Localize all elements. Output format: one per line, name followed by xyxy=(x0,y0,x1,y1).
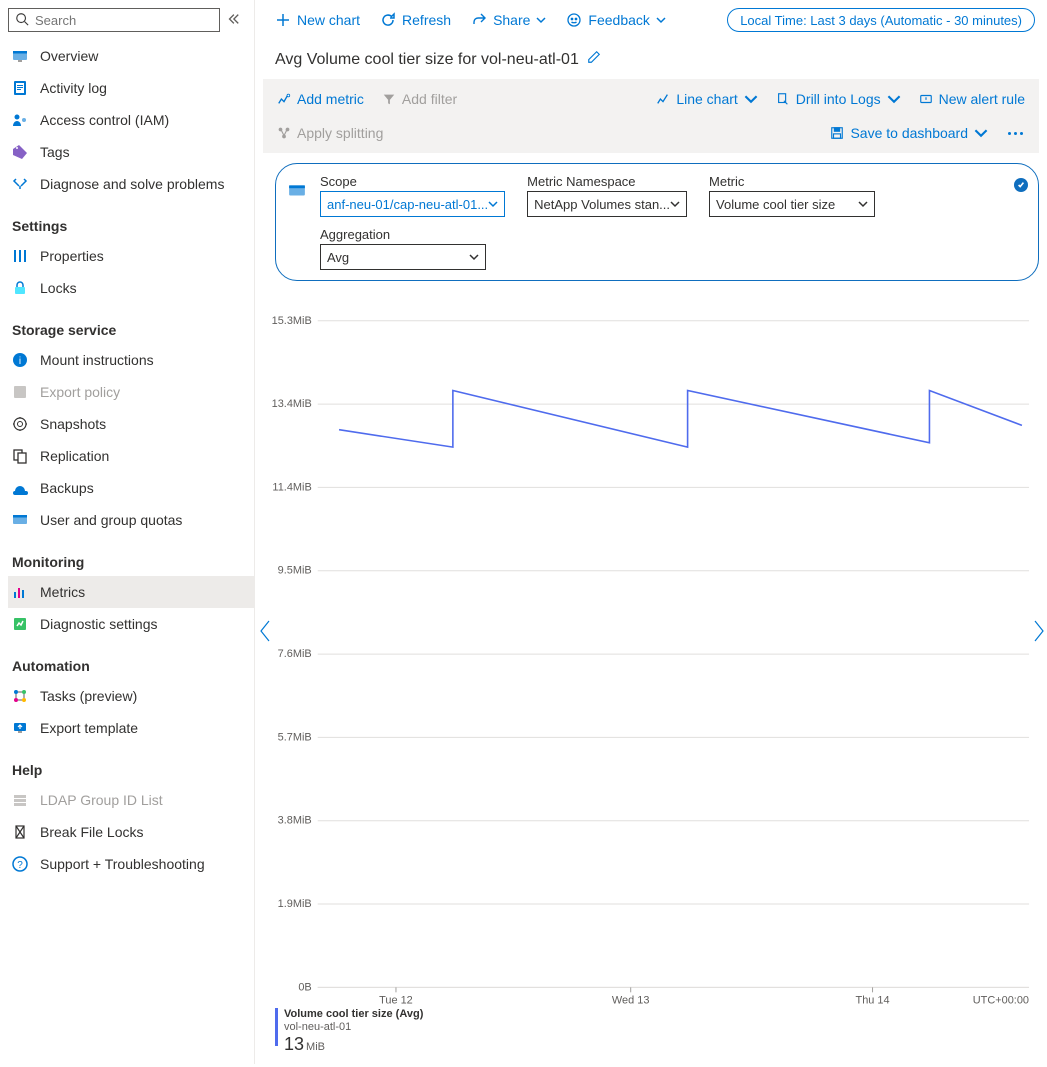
resource-icon xyxy=(288,182,306,203)
svg-text:11.4MiB: 11.4MiB xyxy=(272,481,311,493)
svg-text:3.8MiB: 3.8MiB xyxy=(278,815,312,827)
diagnose-icon xyxy=(12,176,28,192)
activity-log-icon xyxy=(12,80,28,96)
svg-text:UTC+00:00: UTC+00:00 xyxy=(973,994,1029,1006)
overview-icon xyxy=(12,48,28,64)
aggregation-select[interactable]: Avg xyxy=(320,244,486,270)
svg-text:Wed 13: Wed 13 xyxy=(612,994,649,1006)
chart[interactable]: 0B 1.9MiB 3.8MiB 5.7MiB 7.6MiB 9.5MiB 11.4MiB 1… xyxy=(263,281,1039,1064)
share-button[interactable]: Share xyxy=(463,4,554,36)
chart-title-row: Avg Volume cool tier size for vol-neu-at… xyxy=(255,40,1047,79)
chevron-down-icon xyxy=(536,12,546,28)
locks-icon xyxy=(12,280,28,296)
break-locks-icon xyxy=(12,824,28,840)
svg-text:1.9MiB: 1.9MiB xyxy=(278,898,312,910)
export-policy-icon xyxy=(12,384,28,400)
svg-text:?: ? xyxy=(17,860,23,871)
chart-toolbar: Add metric Add filter Line chart Drill i… xyxy=(263,79,1039,153)
time-range-button[interactable]: Local Time: Last 3 days (Automatic - 30 … xyxy=(727,8,1035,32)
chevron-down-icon xyxy=(656,12,666,28)
metric-config: Scopeanf-neu-01/cap-neu-atl-01... Metric… xyxy=(275,163,1039,281)
sidebar: Overview Activity log Access control (IA… xyxy=(0,0,255,1064)
svg-text:Thu 14: Thu 14 xyxy=(856,994,890,1006)
sidebar-item-tags[interactable]: Tags xyxy=(8,136,254,168)
sidebar-item-break-locks[interactable]: Break File Locks xyxy=(8,816,254,848)
metrics-icon xyxy=(12,584,28,600)
refresh-button[interactable]: Refresh xyxy=(372,4,459,36)
scope-select[interactable]: anf-neu-01/cap-neu-atl-01... xyxy=(320,191,505,217)
access-control-icon xyxy=(12,112,28,128)
collapse-icon[interactable] xyxy=(226,12,240,29)
sidebar-item-export-policy: Export policy xyxy=(8,376,254,408)
chart-type-button[interactable]: Line chart xyxy=(652,85,761,113)
svg-text:15.3MiB: 15.3MiB xyxy=(272,315,312,327)
sidebar-item-ldap: LDAP Group ID List xyxy=(8,784,254,816)
tags-icon xyxy=(12,144,28,160)
sidebar-heading-help: Help xyxy=(8,744,254,784)
svg-text:5.7MiB: 5.7MiB xyxy=(278,731,312,743)
svg-text:7.6MiB: 7.6MiB xyxy=(278,648,312,660)
sidebar-heading-monitoring: Monitoring xyxy=(8,536,254,576)
ldap-icon xyxy=(12,792,28,808)
sidebar-item-mount[interactable]: iMount instructions xyxy=(8,344,254,376)
snapshots-icon xyxy=(12,416,28,432)
svg-text:Tue 12: Tue 12 xyxy=(379,994,413,1006)
properties-icon xyxy=(12,248,28,264)
sidebar-item-snapshots[interactable]: Snapshots xyxy=(8,408,254,440)
quotas-icon xyxy=(12,512,28,528)
next-button[interactable] xyxy=(1033,620,1045,645)
svg-text:0B: 0B xyxy=(298,981,311,993)
legend-color xyxy=(275,1008,278,1046)
check-icon xyxy=(1014,178,1028,192)
main: New chart Refresh Share Feedback Local T… xyxy=(255,0,1047,1064)
backups-icon xyxy=(12,480,28,496)
add-metric-button[interactable]: Add metric xyxy=(273,85,368,113)
sidebar-item-overview[interactable]: Overview xyxy=(8,40,254,72)
svg-text:9.5MiB: 9.5MiB xyxy=(278,565,312,577)
more-button[interactable] xyxy=(1002,132,1029,135)
sidebar-heading-settings: Settings xyxy=(8,200,254,240)
save-dashboard-button[interactable]: Save to dashboard xyxy=(826,119,992,147)
sidebar-item-support[interactable]: ?Support + Troubleshooting xyxy=(8,848,254,880)
sidebar-item-diagnostic[interactable]: Diagnostic settings xyxy=(8,608,254,640)
sidebar-item-activity-log[interactable]: Activity log xyxy=(8,72,254,104)
feedback-button[interactable]: Feedback xyxy=(558,4,673,36)
sidebar-item-export-template[interactable]: Export template xyxy=(8,712,254,744)
diagnostic-icon xyxy=(12,616,28,632)
new-alert-button[interactable]: New alert rule xyxy=(915,85,1029,113)
tasks-icon xyxy=(12,688,28,704)
topbar: New chart Refresh Share Feedback Local T… xyxy=(255,0,1047,40)
add-filter-button: Add filter xyxy=(378,85,461,113)
sidebar-heading-automation: Automation xyxy=(8,640,254,680)
apply-splitting-button: Apply splitting xyxy=(273,119,387,147)
sidebar-item-access-control[interactable]: Access control (IAM) xyxy=(8,104,254,136)
prev-button[interactable] xyxy=(259,620,271,645)
svg-text:13.4MiB: 13.4MiB xyxy=(272,398,312,410)
search-icon xyxy=(15,12,29,29)
export-template-icon xyxy=(12,720,28,736)
chart-title: Avg Volume cool tier size for vol-neu-at… xyxy=(275,51,579,69)
drill-logs-button[interactable]: Drill into Logs xyxy=(772,85,905,113)
chart-legend: Volume cool tier size (Avg) vol-neu-atl-… xyxy=(275,1008,423,1056)
replication-icon xyxy=(12,448,28,464)
sidebar-item-properties[interactable]: Properties xyxy=(8,240,254,272)
sidebar-heading-storage: Storage service xyxy=(8,304,254,344)
sidebar-item-backups[interactable]: Backups xyxy=(8,472,254,504)
metric-select[interactable]: Volume cool tier size xyxy=(709,191,875,217)
search-input[interactable] xyxy=(8,8,220,32)
sidebar-item-tasks[interactable]: Tasks (preview) xyxy=(8,680,254,712)
sidebar-item-quotas[interactable]: User and group quotas xyxy=(8,504,254,536)
new-chart-button[interactable]: New chart xyxy=(267,4,368,36)
sidebar-item-locks[interactable]: Locks xyxy=(8,272,254,304)
edit-title-button[interactable] xyxy=(587,50,601,69)
mount-icon: i xyxy=(12,352,28,368)
sidebar-item-metrics[interactable]: Metrics xyxy=(8,576,254,608)
sidebar-item-replication[interactable]: Replication xyxy=(8,440,254,472)
sidebar-item-diagnose[interactable]: Diagnose and solve problems xyxy=(8,168,254,200)
svg-text:i: i xyxy=(19,356,21,367)
support-icon: ? xyxy=(12,856,28,872)
namespace-select[interactable]: NetApp Volumes stan... xyxy=(527,191,687,217)
